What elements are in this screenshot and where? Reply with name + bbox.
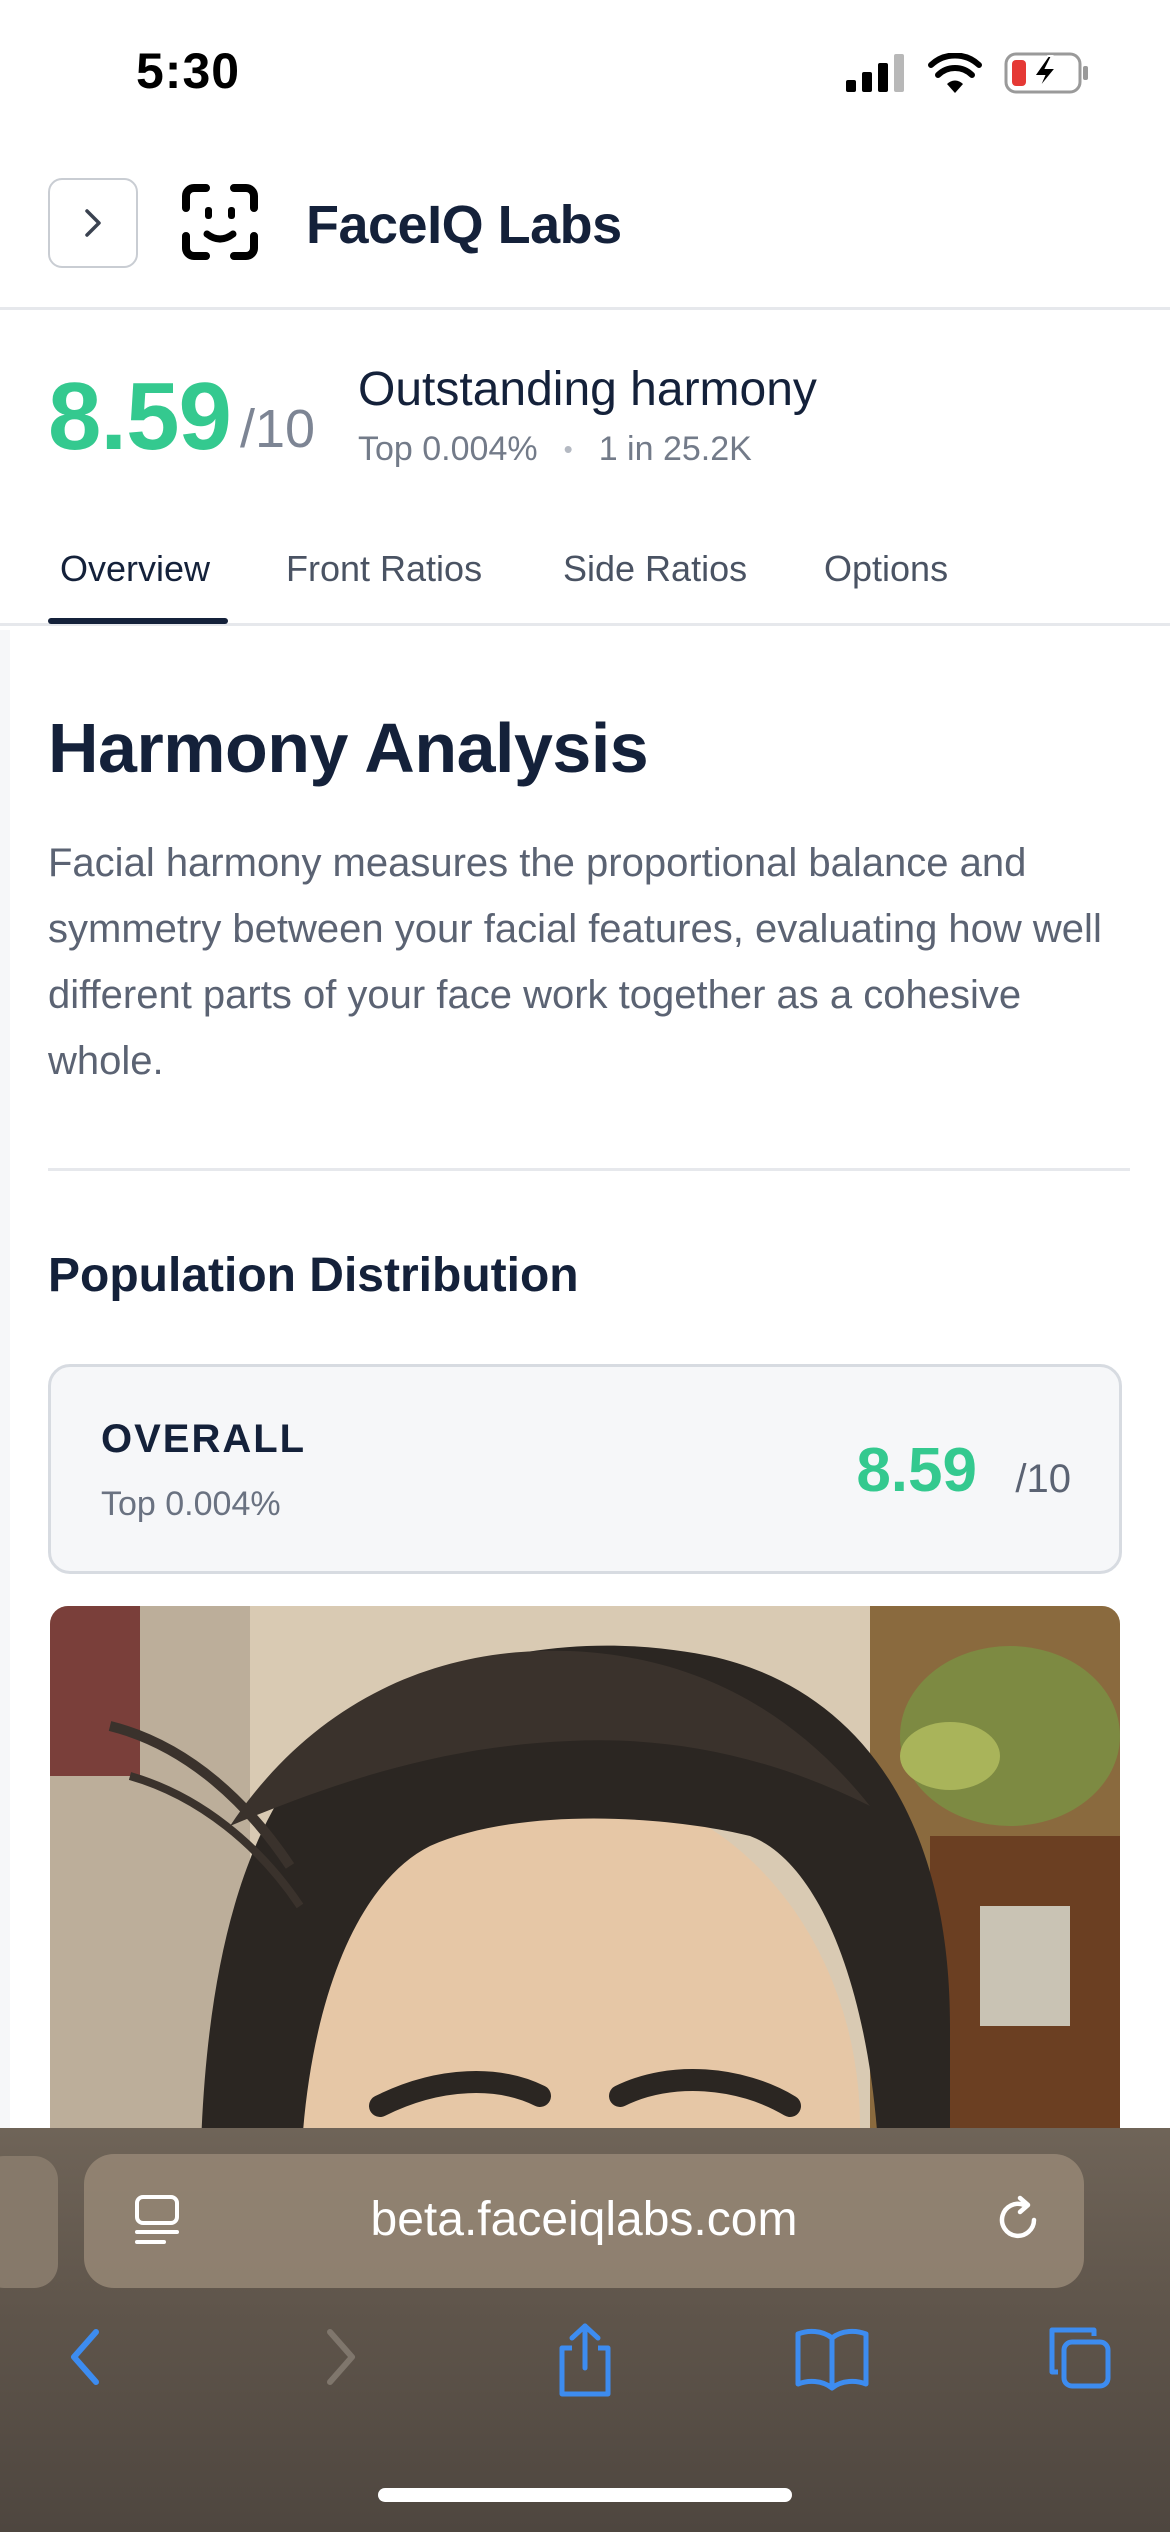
tab-front-ratios[interactable]: Front Ratios [286, 548, 482, 590]
home-indicator[interactable] [378, 2488, 792, 2502]
app-title: FaceIQ Labs [306, 195, 622, 255]
harmony-score: 8.59 [48, 363, 232, 470]
status-icons [846, 52, 1090, 94]
tab-side-ratios[interactable]: Side Ratios [563, 548, 747, 590]
harmony-score-denominator: /10 [240, 399, 316, 459]
active-tab-indicator [48, 618, 228, 624]
population-title: Population Distribution [48, 1249, 579, 1302]
content-panel: Harmony Analysis Facial harmony measures… [10, 630, 1170, 2130]
face-photo [50, 1606, 1120, 2130]
chevron-right-icon [85, 209, 101, 237]
separator-dot: • [563, 434, 573, 464]
forward-icon[interactable] [316, 2322, 364, 2392]
divider [48, 1168, 1130, 1171]
harmony-label: Outstanding harmony [358, 363, 817, 416]
reload-icon[interactable] [990, 2192, 1046, 2248]
status-bar: 5:30 [0, 0, 1170, 150]
section-description: Facial harmony measures the proportional… [48, 841, 1102, 1083]
tab-bar: Overview Front Ratios Side Ratios Option… [0, 540, 1170, 626]
share-icon[interactable] [550, 2322, 620, 2398]
expand-sidebar-button[interactable] [48, 178, 138, 268]
face-scan-icon [182, 184, 258, 260]
tabs-icon[interactable] [1044, 2322, 1116, 2394]
rank-ratio: 1 in 25.2K [598, 430, 752, 468]
bookmarks-icon[interactable] [792, 2322, 872, 2392]
overall-score: 8.59 [856, 1436, 977, 1505]
signal-icon [846, 54, 904, 92]
overall-rank: Top 0.004% [101, 1485, 281, 1523]
rank-row: Top 0.004% • 1 in 25.2K [358, 430, 752, 469]
app-header: FaceIQ Labs [0, 150, 1170, 310]
url-text: beta.faceiqlabs.com [370, 2193, 798, 2246]
section-title: Harmony Analysis [48, 709, 649, 787]
status-time: 5:30 [136, 43, 241, 99]
address-bar[interactable]: beta.faceiqlabs.com [84, 2154, 1084, 2288]
battery-charging-icon [1004, 52, 1088, 94]
previous-tab-peek[interactable] [0, 2156, 58, 2288]
main-content[interactable]: Harmony Analysis Facial harmony measures… [0, 630, 1170, 2130]
overall-label: OVERALL [101, 1417, 307, 1461]
overall-score-denominator: /10 [1015, 1457, 1071, 1501]
tab-overview[interactable]: Overview [60, 548, 210, 590]
browser-toolbar: beta.faceiqlabs.com [0, 2128, 1170, 2532]
overall-score-card[interactable]: OVERALL Top 0.004% 8.59 /10 [48, 1364, 1122, 1574]
rank-percent: Top 0.004% [358, 430, 538, 468]
wifi-icon [928, 53, 982, 93]
face-photo-illustration [50, 1606, 1120, 2130]
tab-options[interactable]: Options [824, 548, 948, 590]
back-icon[interactable] [62, 2322, 110, 2392]
